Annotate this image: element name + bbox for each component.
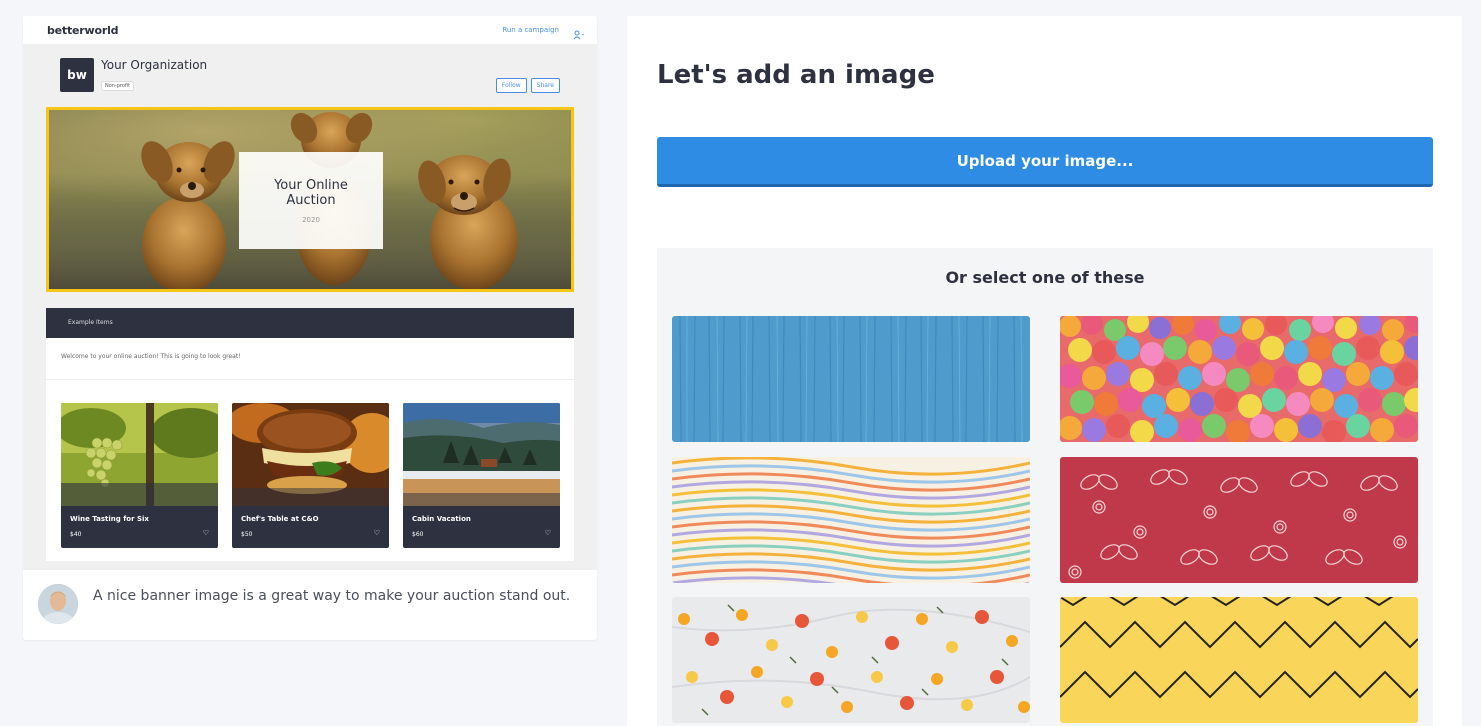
org-type-badge: Non-profit (101, 81, 135, 91)
item-title: Cabin Vacation (412, 515, 471, 523)
item-card: Chef's Table at C&O $50 ♡ (232, 403, 389, 548)
page-title: Let's add an image (657, 60, 935, 90)
item-card: Cabin Vacation $60 ♡ (403, 403, 560, 548)
preset-image-citrus-marble[interactable] (672, 597, 1030, 723)
preset-images-section: Or select one of these (657, 248, 1433, 726)
preset-image-confetti[interactable] (1060, 316, 1418, 442)
banner-year: 2020 (302, 215, 320, 224)
banner-title: Your Online Auction (274, 177, 348, 208)
preset-image-blue-texture[interactable] (672, 316, 1030, 442)
item-price: $40 (70, 531, 82, 538)
item-price: $50 (241, 531, 253, 538)
tip-row: A nice banner image is a great way to ma… (23, 570, 597, 640)
example-items-tab: Example Items (68, 319, 113, 326)
divider (46, 379, 574, 380)
preview-topbar: betterworld Run a campaign (23, 16, 597, 44)
brand-logo: betterworld (47, 23, 119, 37)
banner-preview: Your Online Auction 2020 (46, 107, 574, 292)
avatar (38, 584, 78, 624)
org-actions: Follow Share (495, 78, 560, 93)
heart-icon: ♡ (544, 529, 551, 537)
burger-image (232, 403, 389, 506)
topbar-right: Run a campaign (502, 25, 585, 40)
tip-text: A nice banner image is a great way to ma… (93, 588, 571, 604)
heart-icon: ♡ (202, 529, 209, 537)
preview-nav-strip: Example Items (46, 308, 574, 338)
follow-button: Follow (495, 78, 527, 93)
preview-body: bw Your Organization Non-profit Follow S… (23, 44, 597, 570)
preset-image-wavy-lines[interactable] (672, 457, 1030, 583)
item-title: Chef's Table at C&O (241, 515, 319, 523)
wine-grapes-image (61, 403, 218, 506)
preview-content: Welcome to your online auction! This is … (46, 338, 574, 561)
preset-image-yellow-zigzag[interactable] (1060, 597, 1418, 723)
preview-card: betterworld Run a campaign bw Your Organ… (23, 16, 597, 640)
preset-image-red-leaf-pattern[interactable] (1060, 457, 1418, 583)
org-logo: bw (60, 58, 94, 92)
item-card: Wine Tasting for Six $40 ♡ (61, 403, 218, 548)
preset-images-title: Or select one of these (945, 268, 1145, 287)
share-button: Share (530, 78, 560, 93)
run-campaign-link: Run a campaign (502, 26, 559, 34)
item-price: $60 (412, 531, 424, 538)
welcome-text: Welcome to your online auction! This is … (61, 353, 241, 360)
org-name: Your Organization (101, 58, 208, 72)
heart-icon: ♡ (373, 529, 380, 537)
upload-image-button[interactable]: Upload your image... (657, 137, 1433, 187)
banner-title-card: Your Online Auction 2020 (239, 152, 383, 249)
user-menu-icon (573, 25, 585, 40)
org-header: bw Your Organization Non-profit (60, 58, 207, 92)
cabin-landscape-image (403, 403, 560, 506)
image-picker-panel: Let's add an image Upload your image... … (627, 16, 1462, 726)
item-title: Wine Tasting for Six (70, 515, 149, 523)
